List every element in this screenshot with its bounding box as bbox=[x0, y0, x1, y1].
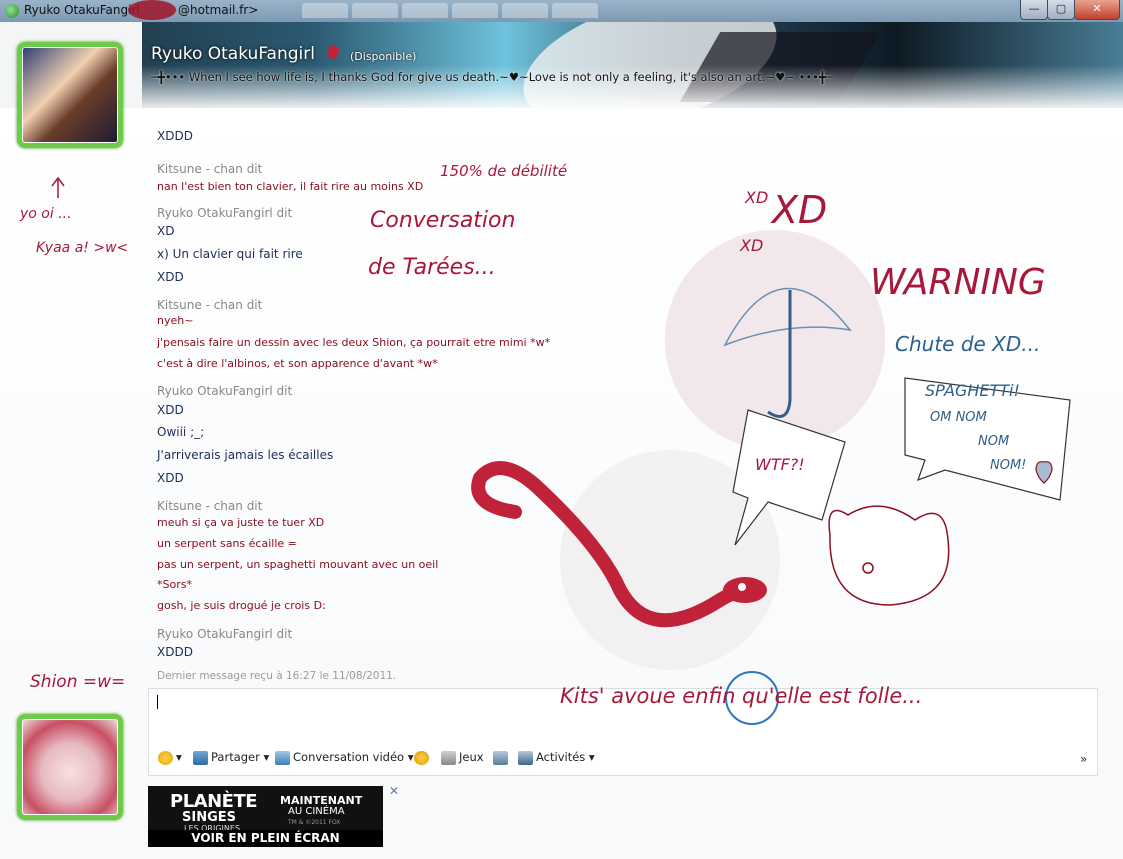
annotation-kyaa: Kyaa a! >w< bbox=[36, 240, 129, 256]
drawing-overlay bbox=[51, 176, 1071, 725]
annotation-nom: NOM bbox=[978, 434, 1010, 449]
annotation-chute: Chute de XD... bbox=[895, 332, 1041, 356]
annotation-nom-2: NOM! bbox=[990, 458, 1027, 473]
annotation-warning: WARNING bbox=[870, 262, 1046, 303]
arrow-up bbox=[51, 176, 65, 198]
snake-head bbox=[723, 577, 767, 603]
annotation-xd: XD bbox=[740, 236, 764, 255]
annotation-wtf: WTF?! bbox=[755, 455, 805, 474]
annotation-tarees: de Tarées... bbox=[368, 255, 496, 280]
annotation-shion: Shion =w= bbox=[30, 672, 126, 692]
annotation-yoi: yo oi ... bbox=[20, 206, 72, 222]
annotation-percent: 150% de débilité bbox=[440, 162, 568, 180]
fox-drawing bbox=[828, 505, 950, 606]
annotation-xd-big: XD bbox=[772, 188, 828, 232]
annotation-conversation: Conversation bbox=[370, 208, 516, 233]
annotation-om-nom: OM NOM bbox=[930, 410, 987, 425]
annotation-spaghetti: SPAGHETTi! bbox=[925, 381, 1020, 400]
snake-eye bbox=[738, 583, 746, 591]
annotation-xd: XD bbox=[745, 188, 769, 207]
annotation-kits: Kits' avoue enfin qu'elle est folle... bbox=[560, 684, 923, 708]
